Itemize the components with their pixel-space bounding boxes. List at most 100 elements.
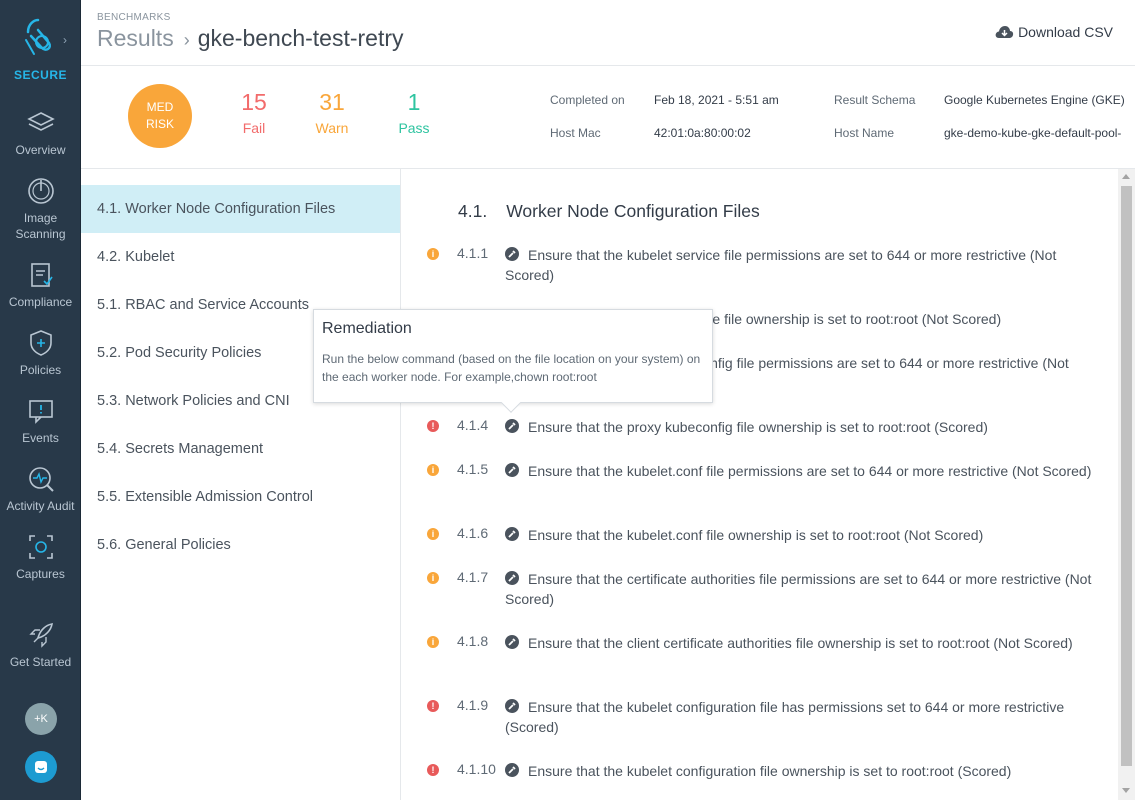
result-schema-label: Result Schema xyxy=(834,93,916,107)
results-summary: MED RISK 15 Fail 31 Warn 1 Pass Complete… xyxy=(81,66,1135,169)
download-csv-label: Download CSV xyxy=(1018,24,1113,40)
check-text: Ensure that the proxy kubeconfig file ow… xyxy=(528,419,988,435)
warning-icon: i xyxy=(427,248,439,260)
pass-label: Pass xyxy=(398,120,430,136)
page-header: BENCHMARKS Results › gke-bench-test-retry … xyxy=(81,0,1135,66)
check-id: 4.1.7 xyxy=(457,569,489,585)
chevron-right-icon: › xyxy=(63,33,67,47)
download-csv-button[interactable]: Download CSV xyxy=(994,24,1113,40)
host-mac-value: 42:01:0a:80:00:02 xyxy=(654,126,751,140)
cloud-download-icon xyxy=(995,26,1014,38)
nav-item-image-scanning[interactable]: Image Scanning xyxy=(0,176,81,242)
pass-count: 1 xyxy=(407,89,421,115)
risk-badge: MED RISK xyxy=(128,84,192,148)
check-text: Ensure that the kubelet.conf file owners… xyxy=(528,527,984,543)
sidebar: › SECURE Overview Image Scanning Complia… xyxy=(0,0,81,800)
nav-item-policies[interactable]: Policies xyxy=(0,328,81,378)
breadcrumb-section: BENCHMARKS xyxy=(97,12,171,23)
check-id: 4.1.9 xyxy=(457,697,489,713)
shield-icon xyxy=(29,330,52,356)
check-text: Ensure that the kubelet service file per… xyxy=(505,247,1057,283)
nav-label-compliance: Compliance xyxy=(8,295,73,309)
breadcrumb-separator: › xyxy=(183,30,190,50)
avatar[interactable]: +K xyxy=(25,703,57,735)
completed-value: Feb 18, 2021 - 5:51 am xyxy=(654,93,779,107)
host-mac-label: Host Mac xyxy=(550,126,601,140)
scrollbar-thumb[interactable] xyxy=(1121,186,1132,766)
check-text: Ensure that the kubelet.conf file permis… xyxy=(528,463,1092,479)
nav-item-captures[interactable]: Captures xyxy=(0,532,81,582)
host-name-label: Host Name xyxy=(834,126,895,140)
pass-stat: 1 Pass xyxy=(384,88,444,136)
tooltip-body: Run the below command (based on the file… xyxy=(322,352,701,384)
nav-label-activity-audit: Activity Audit xyxy=(6,499,75,513)
activity-icon xyxy=(28,467,54,492)
chat-button[interactable] xyxy=(25,751,57,783)
check-text: Ensure that the kubelet configuration fi… xyxy=(528,763,1012,779)
warn-count: 31 xyxy=(319,89,345,115)
scan-icon xyxy=(27,178,54,204)
nav-label-policies: Policies xyxy=(19,363,62,377)
warning-icon: i xyxy=(427,572,439,584)
section-detail: 4.1. Worker Node Configuration Files i 4.… xyxy=(402,169,1118,800)
nav-label-events: Events xyxy=(22,431,59,445)
fail-icon: ! xyxy=(427,764,439,776)
check-text: Ensure that the client certificate autho… xyxy=(528,635,1073,651)
nav-item-compliance[interactable]: Compliance xyxy=(0,260,81,310)
brand-label: SECURE xyxy=(13,68,67,82)
rocket-icon xyxy=(28,623,53,648)
warning-icon: i xyxy=(427,636,439,648)
risk-line2: RISK xyxy=(145,117,174,131)
check-id: 4.1.8 xyxy=(457,633,489,649)
check-id: 4.1.10 xyxy=(457,761,496,777)
section-item-4-2[interactable]: 4.2. Kubelet xyxy=(81,233,400,281)
nav-item-events[interactable]: Events xyxy=(0,396,81,446)
clipboard-icon xyxy=(30,263,53,287)
warning-icon: i xyxy=(427,464,439,476)
section-item-5-5[interactable]: 5.5. Extensible Admission Control xyxy=(81,473,400,521)
scrollbar[interactable] xyxy=(1118,169,1135,800)
section-item-5-6[interactable]: 5.6. General Policies xyxy=(81,521,400,569)
nav-item-activity-audit[interactable]: Activity Audit xyxy=(0,464,81,514)
scroll-down-arrow-icon[interactable] xyxy=(1122,788,1130,793)
section-item-5-4[interactable]: 5.4. Secrets Management xyxy=(81,425,400,473)
nav-label-captures: Captures xyxy=(16,567,65,581)
fail-icon: ! xyxy=(427,420,439,432)
secure-logo-icon xyxy=(25,18,51,55)
fail-icon: ! xyxy=(427,700,439,712)
nav-item-overview[interactable]: Overview xyxy=(0,108,81,158)
check-text: Ensure that the certificate authorities … xyxy=(505,571,1092,607)
section-title-text: Worker Node Configuration Files xyxy=(506,201,760,221)
nav-label-image-scanning: Image Scanning xyxy=(15,211,66,241)
warn-label: Warn xyxy=(315,120,349,136)
warning-icon: i xyxy=(427,528,439,540)
warn-stat: 31 Warn xyxy=(302,88,362,136)
nav-label-get-started: Get Started xyxy=(9,655,72,669)
scroll-up-arrow-icon[interactable] xyxy=(1122,174,1130,179)
page-title: gke-bench-test-retry xyxy=(197,25,404,51)
layers-icon xyxy=(26,112,55,131)
host-name-value: gke-demo-kube-gke-default-pool- xyxy=(944,126,1122,140)
check-id: 4.1.6 xyxy=(457,525,489,541)
section-item-4-1[interactable]: 4.1. Worker Node Configuration Files xyxy=(81,185,400,233)
check-text: Ensure that the kubelet configuration fi… xyxy=(505,699,1065,735)
capture-icon xyxy=(28,535,53,559)
check-id: 4.1.5 xyxy=(457,461,489,477)
chat-icon xyxy=(35,761,47,773)
brand-switcher[interactable]: › SECURE xyxy=(0,0,81,92)
section-list: 4.1. Worker Node Configuration Files 4.2… xyxy=(81,169,401,800)
remediation-tooltip: Remediation Run the below command (based… xyxy=(313,309,713,413)
nav-label-overview: Overview xyxy=(15,143,66,157)
check-id: 4.1.1 xyxy=(457,245,489,261)
section-title: 4.1. Worker Node Configuration Files xyxy=(458,201,760,222)
breadcrumb-parent[interactable]: Results xyxy=(97,25,174,51)
tooltip-title: Remediation xyxy=(322,320,412,337)
nav-item-get-started[interactable]: Get Started xyxy=(0,620,81,670)
fail-stat: 15 Fail xyxy=(224,88,284,136)
breadcrumb: Results › gke-bench-test-retry xyxy=(97,25,404,52)
fail-label: Fail xyxy=(242,120,266,136)
completed-label: Completed on xyxy=(550,93,625,107)
events-icon xyxy=(28,400,53,424)
check-id: 4.1.4 xyxy=(457,417,489,433)
section-title-number: 4.1. xyxy=(458,201,488,221)
